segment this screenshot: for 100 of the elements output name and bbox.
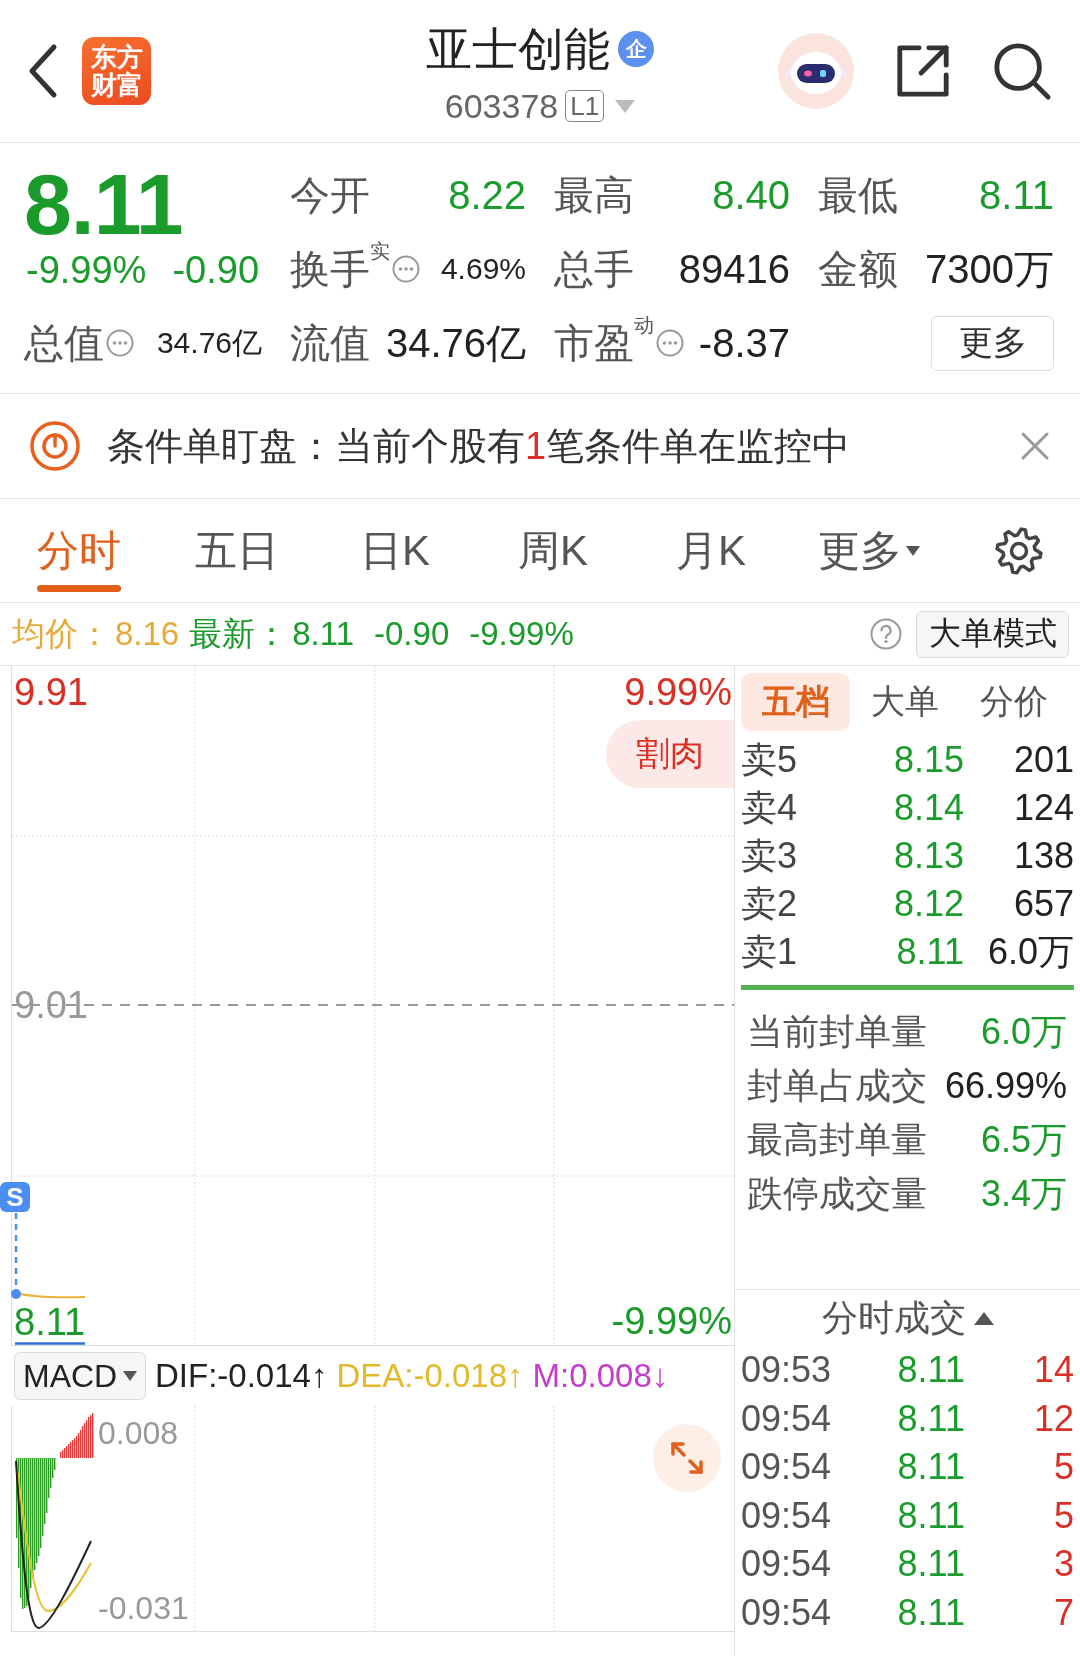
robot-avatar-icon[interactable]	[778, 33, 854, 109]
trade-time: 09:54	[741, 1396, 833, 1441]
stat-label: 最高	[554, 171, 634, 219]
trade-volume: 7	[1052, 1590, 1074, 1635]
stat-value: 8.22	[448, 172, 526, 218]
trade-volume: 14	[1032, 1348, 1074, 1392]
period-tab[interactable]: 月K	[632, 499, 790, 602]
trade-volume: 5	[1052, 1445, 1074, 1489]
period-tab[interactable]: 更多	[790, 499, 948, 602]
seal-stat-value: 6.0万	[980, 1009, 1067, 1054]
axis-price-label: 9.91	[14, 670, 88, 714]
latest-change-percent: -9.99%	[469, 615, 574, 653]
close-icon[interactable]	[1020, 431, 1050, 461]
ask-volume: 201	[1012, 738, 1074, 782]
change-amount: -0.90	[172, 248, 260, 292]
trade-volume: 12	[1032, 1396, 1074, 1441]
axis-price-label: 8.11	[14, 1303, 86, 1341]
ask-price: 8.14	[892, 786, 964, 830]
ask-level-label: 卖1	[741, 930, 799, 974]
ask-price: 8.12	[892, 882, 964, 926]
latest-price-label: 最新：	[189, 613, 289, 654]
average-price-value: 8.16	[115, 615, 180, 653]
period-tab[interactable]: 分时	[0, 499, 158, 602]
trade-price: 8.11	[896, 1493, 965, 1538]
indicator-reading: M:0.008↓	[532, 1357, 669, 1395]
seal-stat-value: 6.5万	[980, 1117, 1067, 1162]
trade-time: 09:54	[741, 1493, 833, 1538]
ask-volume: 6.0万	[986, 930, 1074, 974]
trade-price: 8.11	[896, 1542, 965, 1586]
axis-percent-label: -9.99%	[611, 1299, 732, 1343]
axis-value-label: 0.008	[98, 1414, 179, 1452]
alert-message: 条件单盯盘：当前个股有1笔条件单在监控中	[107, 423, 851, 469]
seal-stat-label: 最高封单量	[747, 1117, 927, 1162]
stat-label: 市盈$^{动}$	[554, 315, 654, 367]
indicator-reading: DEA:-0.018↑	[336, 1357, 524, 1395]
help-icon[interactable]	[870, 618, 902, 650]
trades-title[interactable]: 分时成交	[821, 1293, 966, 1343]
trade-time: 09:54	[741, 1445, 833, 1489]
price-line	[15, 1342, 85, 1345]
ask-level-label: 卖2	[741, 882, 799, 926]
seal-stat-value: 3.4万	[980, 1171, 1067, 1216]
order-book-tab[interactable]: 分价	[959, 673, 1068, 731]
indicator-selector[interactable]: MACD	[14, 1352, 146, 1400]
stat-label: 金额	[818, 245, 898, 293]
axis-percent-label: 9.99%	[624, 670, 732, 714]
latest-price-value: 8.11	[292, 615, 354, 653]
ask-volume: 657	[1012, 882, 1074, 926]
stat-label: 最低	[818, 171, 898, 219]
settings-icon[interactable]	[994, 525, 1044, 576]
trade-time: 09:54	[741, 1542, 833, 1586]
seal-stat-label: 封单占成交	[747, 1063, 927, 1108]
trade-volume: 5	[1052, 1493, 1074, 1538]
stat-value: 34.76亿	[156, 324, 262, 361]
stat-value: 4.69%	[440, 252, 526, 286]
stat-value: 89416	[678, 246, 790, 292]
latest-change: -0.90	[374, 615, 450, 653]
trade-price: 8.11	[896, 1590, 965, 1635]
trade-price: 8.11	[896, 1348, 965, 1392]
stat-value: 7300万	[925, 245, 1054, 293]
mode-button[interactable]: 大单模式	[916, 610, 1069, 658]
stat-label: 今开	[290, 171, 370, 219]
stat-value: 8.40	[712, 172, 790, 218]
trade-price: 8.11	[896, 1445, 965, 1489]
info-dots-icon[interactable]	[392, 255, 420, 283]
seal-stat-value: 66.99%	[944, 1065, 1067, 1107]
power-icon	[29, 420, 81, 472]
info-dots-icon[interactable]	[106, 329, 134, 357]
ask-price: 8.15	[892, 738, 964, 782]
enterprise-badge: 企	[618, 31, 654, 67]
more-button[interactable]: 更多	[931, 315, 1054, 371]
stat-label: 总值	[24, 319, 104, 367]
caret-down-icon[interactable]	[615, 99, 636, 113]
share-icon[interactable]	[894, 42, 952, 100]
period-tab[interactable]: 五日	[158, 499, 316, 602]
caret-up-icon[interactable]	[973, 1311, 994, 1325]
indicator-reading: DIF:-0.014↑	[155, 1357, 328, 1395]
stat-label: 总手	[554, 245, 634, 293]
stat-label: 流值	[290, 319, 370, 367]
caret-down-icon	[906, 545, 920, 556]
stat-label: 换手$^{实}$	[290, 241, 390, 293]
seal-stat-label: 当前封单量	[747, 1009, 927, 1054]
expand-icon	[670, 1441, 704, 1475]
order-book-tab[interactable]: 大单	[850, 673, 959, 731]
search-icon[interactable]	[992, 41, 1052, 101]
stat-value: 8.11	[979, 172, 1054, 218]
ask-level-label: 卖4	[741, 786, 799, 830]
ask-price: 8.13	[892, 834, 964, 878]
ask-level-label: 卖3	[741, 834, 799, 878]
last-price: 8.11	[24, 160, 184, 248]
ask-volume: 138	[1012, 834, 1074, 878]
sentiment-tag[interactable]: 割肉	[606, 720, 734, 788]
info-dots-icon[interactable]	[656, 329, 684, 357]
period-tab[interactable]: 周K	[474, 499, 632, 602]
ask-level-label: 卖5	[741, 738, 799, 782]
level-tag: L1	[565, 90, 605, 122]
ask-price: 8.11	[895, 930, 964, 974]
trade-volume: 3	[1052, 1542, 1074, 1586]
app-logo: 东方财富	[82, 37, 151, 105]
period-tab[interactable]: 日K	[316, 499, 474, 602]
trade-price: 8.11	[896, 1396, 965, 1441]
